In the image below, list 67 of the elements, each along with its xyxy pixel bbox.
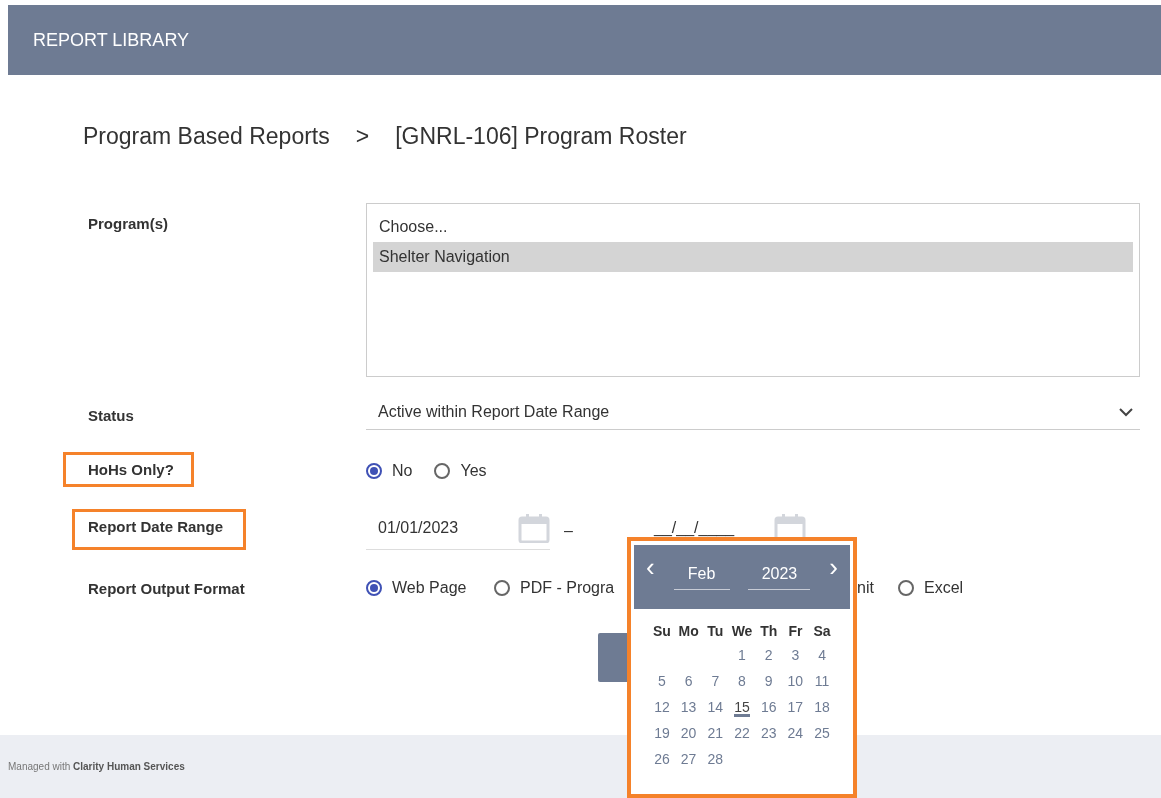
year-dropdown[interactable]: 2023 bbox=[748, 565, 811, 590]
weekday-label: Mo bbox=[677, 623, 700, 639]
field-label: Report Output Format bbox=[88, 580, 245, 597]
weekday-label: Su bbox=[652, 623, 672, 639]
field-label: Program(s) bbox=[88, 214, 169, 234]
calendar-day[interactable]: 15 bbox=[733, 697, 751, 717]
radio-label: nit bbox=[857, 578, 874, 597]
calendar-day[interactable]: 8 bbox=[728, 671, 756, 691]
breadcrumb-item: [GNRL-106] Program Roster bbox=[395, 123, 687, 151]
radio-button[interactable] bbox=[366, 579, 382, 596]
calendar-day[interactable]: 3 bbox=[782, 645, 809, 665]
calendar-day[interactable]: 23 bbox=[755, 723, 783, 743]
weekday-label: Fr bbox=[787, 623, 804, 639]
radio-button[interactable] bbox=[434, 462, 451, 479]
calendar-day[interactable]: 16 bbox=[755, 697, 783, 717]
calendar-day[interactable]: 19 bbox=[648, 723, 676, 743]
calendar-day[interactable]: 18 bbox=[808, 697, 836, 717]
month-dropdown[interactable]: Feb bbox=[673, 565, 730, 590]
breadcrumb-separator: > bbox=[355, 123, 370, 151]
radio-button[interactable] bbox=[898, 579, 914, 596]
calendar-day[interactable]: 13 bbox=[675, 697, 702, 717]
radio-button[interactable] bbox=[494, 579, 510, 596]
field-label: Report Date Range bbox=[72, 509, 247, 550]
radio-label: Web Page bbox=[392, 578, 467, 597]
list-option[interactable]: Shelter Navigation bbox=[373, 242, 1133, 272]
calendar-day[interactable]: 28 bbox=[701, 749, 729, 769]
radio-label: Yes bbox=[460, 461, 487, 480]
calendar-day[interactable]: 25 bbox=[808, 723, 836, 743]
program-list[interactable]: Choose... Shelter Navigation bbox=[366, 203, 1140, 377]
calendar-day[interactable]: 9 bbox=[755, 671, 783, 691]
breadcrumb-item[interactable]: Program Based Reports bbox=[83, 123, 330, 163]
list-option[interactable]: Choose... bbox=[373, 212, 1133, 242]
field-label: HoHs Only? bbox=[63, 452, 194, 487]
calendar-day[interactable]: 5 bbox=[648, 671, 676, 691]
next-month-button[interactable]: › bbox=[829, 553, 838, 581]
previous-month-button[interactable]: ‹ bbox=[646, 553, 655, 581]
weekday-label: Tu bbox=[706, 623, 725, 639]
calendar-day[interactable]: 24 bbox=[782, 723, 809, 743]
calendar-day[interactable]: 11 bbox=[808, 671, 836, 691]
calendar-day[interactable]: 17 bbox=[782, 697, 809, 717]
calendar-day[interactable]: 14 bbox=[701, 697, 729, 717]
calendar-day[interactable]: 26 bbox=[648, 749, 676, 769]
calendar-day[interactable]: 6 bbox=[675, 671, 702, 691]
weekday-label: We bbox=[730, 623, 754, 639]
radio-label: PDF - Progra bbox=[520, 578, 615, 597]
radio-button[interactable] bbox=[366, 462, 382, 479]
start-date-field[interactable]: 01/01/2023 bbox=[366, 511, 550, 550]
footer-text: Managed with Clarity Human Services bbox=[8, 761, 185, 772]
page-title: REPORT LIBRARY bbox=[33, 29, 190, 51]
calendar-day[interactable]: 7 bbox=[701, 671, 729, 691]
field-label: Status bbox=[88, 406, 134, 426]
calendar-day[interactable]: 1 bbox=[728, 645, 756, 665]
weekday-label: Th bbox=[759, 623, 779, 639]
calendar-day[interactable]: 4 bbox=[808, 645, 836, 665]
radio-label: Excel bbox=[924, 578, 964, 597]
chevron-down-icon bbox=[1118, 407, 1134, 417]
calendar-day[interactable]: 27 bbox=[675, 749, 702, 769]
calendar-day[interactable]: 10 bbox=[782, 671, 809, 691]
status-dropdown[interactable]: Active within Report Date Range bbox=[366, 399, 1140, 430]
calendar-day[interactable]: 12 bbox=[648, 697, 676, 717]
radio-label: No bbox=[392, 461, 413, 480]
calendar-day[interactable]: 20 bbox=[675, 723, 702, 743]
calendar-day[interactable]: 21 bbox=[701, 723, 729, 743]
calendar-day[interactable]: 2 bbox=[755, 645, 783, 665]
calendar-day[interactable]: 22 bbox=[728, 723, 756, 743]
weekday-label: Sa bbox=[812, 623, 832, 639]
range-separator: – bbox=[564, 521, 573, 540]
